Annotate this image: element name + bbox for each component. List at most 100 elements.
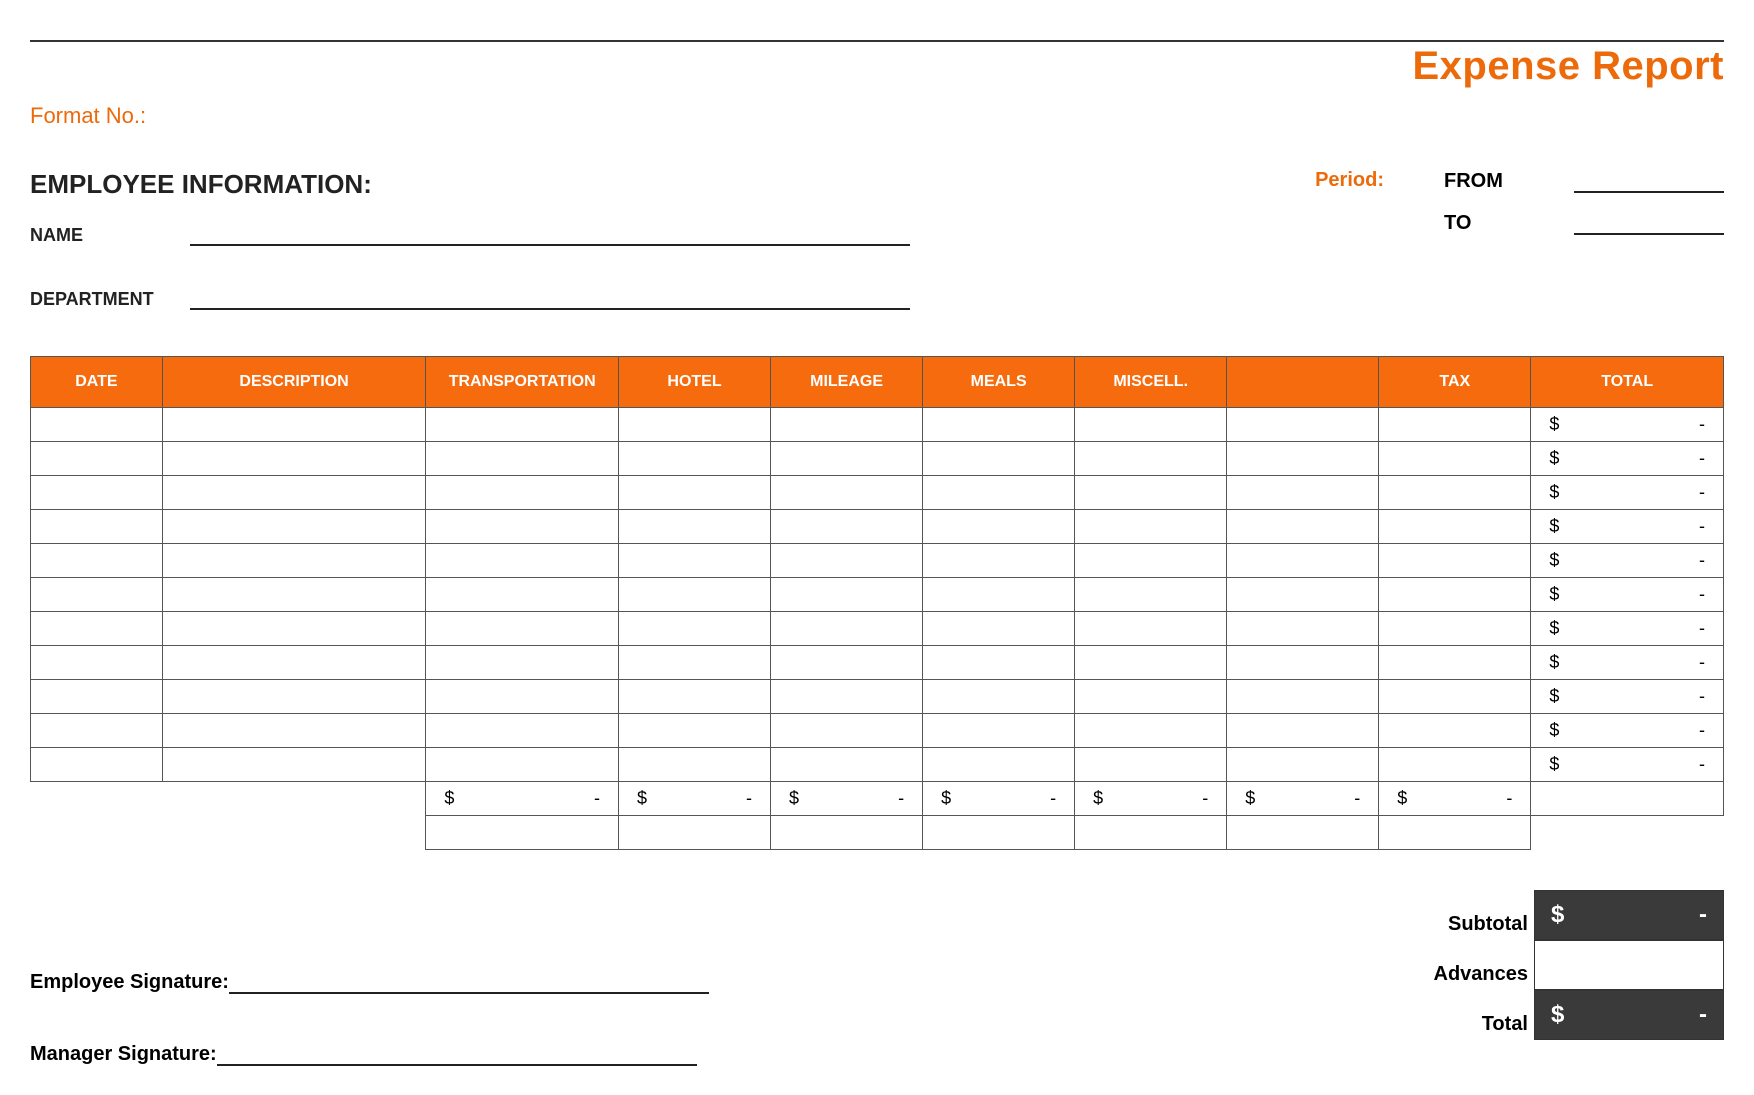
table-cell[interactable]: [162, 408, 426, 442]
table-cell[interactable]: [1227, 748, 1379, 782]
table-cell[interactable]: [31, 612, 163, 646]
table-cell[interactable]: [1227, 714, 1379, 748]
table-cell[interactable]: [923, 714, 1075, 748]
table-cell[interactable]: [1379, 578, 1531, 612]
table-cell[interactable]: [1379, 680, 1531, 714]
table-cell[interactable]: [923, 442, 1075, 476]
table-cell[interactable]: [923, 510, 1075, 544]
advances-value[interactable]: [1534, 940, 1724, 990]
to-input-line[interactable]: [1574, 211, 1724, 235]
table-cell[interactable]: [162, 714, 426, 748]
table-cell[interactable]: [426, 476, 619, 510]
table-cell[interactable]: [771, 408, 923, 442]
table-cell[interactable]: [31, 442, 163, 476]
table-cell[interactable]: [1075, 510, 1227, 544]
table-cell[interactable]: [1227, 612, 1379, 646]
table-cell[interactable]: [162, 748, 426, 782]
table-cell[interactable]: [162, 646, 426, 680]
employee-signature-line[interactable]: [229, 970, 709, 994]
table-cell[interactable]: [771, 680, 923, 714]
table-cell[interactable]: [1075, 476, 1227, 510]
table-cell[interactable]: [31, 510, 163, 544]
table-cell[interactable]: [1075, 442, 1227, 476]
table-cell[interactable]: [771, 646, 923, 680]
manager-signature-line[interactable]: [217, 1042, 697, 1066]
from-input-line[interactable]: [1574, 169, 1724, 193]
table-cell[interactable]: [426, 578, 619, 612]
table-cell[interactable]: [1075, 612, 1227, 646]
table-cell[interactable]: [771, 578, 923, 612]
table-cell[interactable]: [31, 646, 163, 680]
table-cell[interactable]: [771, 442, 923, 476]
table-cell[interactable]: [162, 578, 426, 612]
table-cell[interactable]: [923, 476, 1075, 510]
table-cell[interactable]: [771, 510, 923, 544]
table-cell[interactable]: [162, 612, 426, 646]
table-cell[interactable]: [1227, 408, 1379, 442]
table-cell[interactable]: [1075, 680, 1227, 714]
table-cell[interactable]: [1379, 408, 1531, 442]
table-cell[interactable]: [923, 578, 1075, 612]
table-cell[interactable]: [31, 714, 163, 748]
table-cell[interactable]: [1379, 544, 1531, 578]
table-cell[interactable]: [1227, 510, 1379, 544]
table-cell[interactable]: [162, 510, 426, 544]
table-cell[interactable]: [771, 612, 923, 646]
table-cell[interactable]: [618, 646, 770, 680]
table-cell[interactable]: [771, 476, 923, 510]
table-cell[interactable]: [1075, 408, 1227, 442]
table-cell[interactable]: [618, 476, 770, 510]
table-cell[interactable]: [771, 748, 923, 782]
table-cell[interactable]: [1075, 714, 1227, 748]
table-cell[interactable]: [162, 544, 426, 578]
table-cell[interactable]: [618, 408, 770, 442]
table-cell[interactable]: [771, 714, 923, 748]
table-cell[interactable]: [923, 748, 1075, 782]
table-cell[interactable]: [426, 544, 619, 578]
table-cell[interactable]: [426, 646, 619, 680]
table-cell[interactable]: [1227, 646, 1379, 680]
table-cell[interactable]: [426, 714, 619, 748]
table-cell[interactable]: [426, 408, 619, 442]
table-cell[interactable]: [618, 578, 770, 612]
table-cell[interactable]: [923, 612, 1075, 646]
table-cell[interactable]: [1227, 680, 1379, 714]
table-cell[interactable]: [426, 612, 619, 646]
table-cell[interactable]: [618, 748, 770, 782]
table-cell[interactable]: [162, 680, 426, 714]
table-cell[interactable]: [1379, 510, 1531, 544]
table-cell[interactable]: [1227, 476, 1379, 510]
table-cell[interactable]: [1227, 442, 1379, 476]
table-cell[interactable]: [618, 714, 770, 748]
table-cell[interactable]: [1379, 748, 1531, 782]
table-cell[interactable]: [31, 544, 163, 578]
table-cell[interactable]: [771, 544, 923, 578]
table-cell[interactable]: [31, 476, 163, 510]
table-cell[interactable]: [1379, 442, 1531, 476]
table-cell[interactable]: [618, 612, 770, 646]
table-cell[interactable]: [1379, 476, 1531, 510]
table-cell[interactable]: [426, 510, 619, 544]
table-cell[interactable]: [618, 680, 770, 714]
department-input-line[interactable]: [190, 286, 910, 310]
table-cell[interactable]: [1075, 748, 1227, 782]
table-cell[interactable]: [1379, 714, 1531, 748]
table-cell[interactable]: [1379, 612, 1531, 646]
table-cell[interactable]: [31, 748, 163, 782]
table-cell[interactable]: [923, 408, 1075, 442]
table-cell[interactable]: [162, 442, 426, 476]
table-cell[interactable]: [31, 578, 163, 612]
table-cell[interactable]: [426, 680, 619, 714]
table-cell[interactable]: [1227, 544, 1379, 578]
table-cell[interactable]: [1075, 544, 1227, 578]
name-input-line[interactable]: [190, 222, 910, 246]
table-cell[interactable]: [1379, 646, 1531, 680]
table-cell[interactable]: [1075, 578, 1227, 612]
table-cell[interactable]: [618, 510, 770, 544]
table-cell[interactable]: [923, 680, 1075, 714]
table-cell[interactable]: [426, 748, 619, 782]
table-cell[interactable]: [923, 544, 1075, 578]
table-cell[interactable]: [1227, 578, 1379, 612]
table-cell[interactable]: [426, 442, 619, 476]
table-cell[interactable]: [923, 646, 1075, 680]
